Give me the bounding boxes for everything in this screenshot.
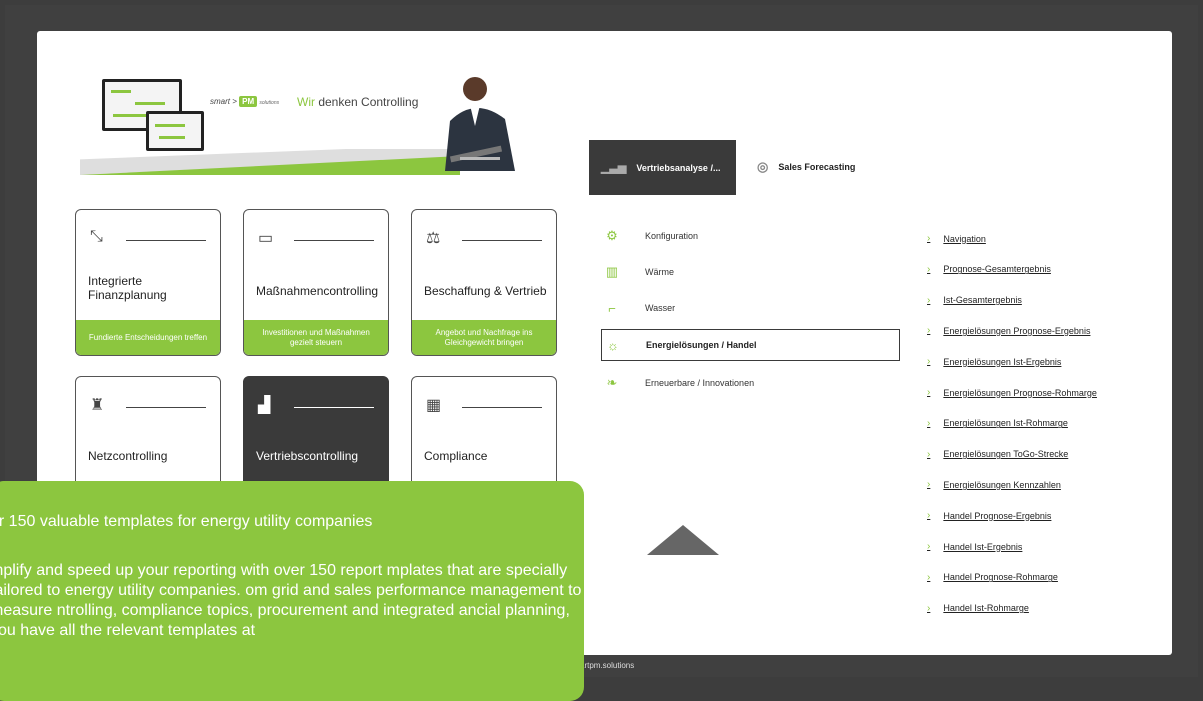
bulb-icon: ☼ — [607, 337, 619, 353]
chevron-right-icon: › — [927, 294, 931, 306]
tile-massnahmencontrolling[interactable]: ▭ Maßnahmencontrolling Investitionen und… — [243, 209, 389, 356]
faucet-icon: ⌐ — [608, 300, 616, 316]
report-link[interactable]: › Handel Prognose-Ergebnis — [927, 510, 1051, 521]
tagline: Wir denken Controlling — [297, 95, 419, 109]
tile-footer: Fundierte Entscheidungen treffen — [76, 320, 220, 355]
chevron-right-icon: › — [927, 263, 931, 275]
bar-chart-icon: ▟ — [258, 397, 271, 414]
radiator-icon: ▥ — [605, 264, 619, 279]
bar-chart-icon: ▁▃▅ — [601, 162, 627, 174]
tile-title: Integrierte Finanzplanung — [88, 274, 167, 302]
checklist-grid-icon: ▦ — [426, 397, 442, 414]
chevron-right-icon: › — [927, 356, 931, 368]
chevron-right-icon: › — [927, 417, 931, 429]
overlay-heading: er 150 valuable templates for energy uti… — [0, 513, 373, 530]
tile-title: Vertriebscontrolling — [256, 449, 359, 463]
report-link[interactable]: › Energielösungen Ist-Ergebnis — [927, 356, 1061, 367]
laptop-illustration — [146, 111, 204, 151]
tile-footer: Investitionen und Maßnahmen gezielt steu… — [244, 320, 388, 355]
tile-title: Beschaffung & Vertrieb — [424, 284, 547, 298]
smartpm-logo: smart > PM solutions — [210, 96, 280, 107]
caption-overlay: er 150 valuable templates for energy uti… — [0, 481, 584, 701]
chevron-right-icon: › — [927, 233, 931, 244]
tile-title: Maßnahmencontrolling — [256, 284, 379, 298]
menu-item-erneuerbare[interactable]: ❧ Erneuerbare / Innovationen — [601, 368, 900, 398]
header-banner: smart > PM solutions Wir denken Controll… — [80, 71, 515, 175]
leaf-icon: ❧ — [606, 375, 618, 390]
scroll-up-arrow[interactable] — [647, 525, 719, 555]
report-link[interactable]: › Ist-Gesamtergebnis — [927, 295, 1022, 306]
tile-title: Netzcontrolling — [88, 449, 168, 463]
tile-footer: Angebot und Nachfrage ins Gleichgewicht … — [412, 320, 556, 355]
report-link[interactable]: › Energielösungen Prognose-Ergebnis — [927, 325, 1090, 336]
tile-title: Compliance — [424, 449, 488, 463]
businessman-illustration — [445, 77, 515, 171]
report-link[interactable]: › Energielösungen ToGo-Strecke — [927, 449, 1068, 460]
chevron-right-icon: › — [927, 541, 931, 552]
chevron-right-icon: › — [927, 387, 931, 398]
compress-arrows-icon: ⤡ — [90, 228, 103, 245]
tab-vertriebsanalyse[interactable]: ▁▃▅ Vertriebsanalyse /... — [589, 140, 736, 195]
report-link[interactable]: › Energielösungen Kennzahlen — [927, 479, 1061, 490]
report-link[interactable]: › Navigation — [927, 233, 986, 244]
report-link[interactable]: › Prognose-Gesamtergebnis — [927, 264, 1051, 275]
target-icon: ◎ — [757, 159, 769, 174]
report-link[interactable]: › Handel Ist-Rohmarge — [927, 603, 1029, 614]
menu-item-energieloesungen-handel[interactable]: ☼ Energielösungen / Handel — [601, 329, 900, 361]
gears-icon: ⚙ — [606, 228, 618, 243]
scales-icon: ⚖ — [426, 230, 441, 247]
power-pylon-icon: ♜ — [90, 397, 105, 414]
tile-integrierte-finanzplanung[interactable]: ⤡ Integrierte Finanzplanung Fundierte En… — [75, 209, 221, 356]
chevron-right-icon: › — [927, 479, 931, 491]
tab-sales-forecasting[interactable]: ◎ Sales Forecasting — [757, 159, 855, 175]
chevron-right-icon: › — [927, 510, 931, 522]
report-link[interactable]: › Handel Ist-Ergebnis — [927, 541, 1022, 552]
menu-item-konfiguration[interactable]: ⚙ Konfiguration — [601, 221, 900, 251]
gantt-icon: ▭ — [258, 230, 274, 247]
chevron-right-icon: › — [927, 448, 931, 460]
chevron-right-icon: › — [927, 571, 931, 583]
footer-url: artpm.solutions — [580, 661, 635, 670]
chevron-right-icon: › — [927, 325, 931, 337]
menu-item-waerme[interactable]: ▥ Wärme — [601, 257, 900, 287]
menu-item-wasser[interactable]: ⌐ Wasser — [601, 293, 900, 323]
chevron-right-icon: › — [927, 602, 931, 614]
report-link[interactable]: › Energielösungen Prognose-Rohmarge — [927, 387, 1097, 398]
overlay-body: mplify and speed up your reporting with … — [0, 562, 582, 639]
tile-beschaffung-vertrieb[interactable]: ⚖ Beschaffung & Vertrieb Angebot und Nac… — [411, 209, 557, 356]
report-link[interactable]: › Handel Prognose-Rohmarge — [927, 572, 1058, 583]
report-link[interactable]: › Energielösungen Ist-Rohmarge — [927, 418, 1068, 429]
